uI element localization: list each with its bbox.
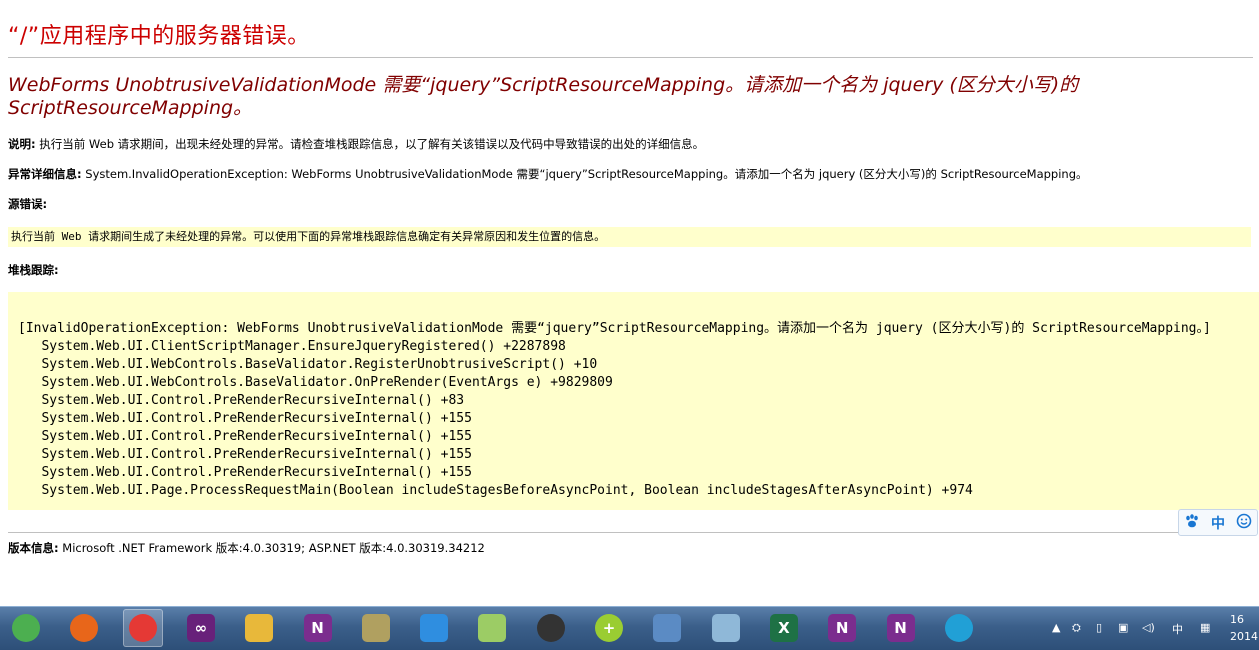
taskbar-button-remote-desktop[interactable] [647, 609, 687, 647]
ime-mode-label[interactable]: 中 [1211, 513, 1225, 533]
exception-row: 异常详细信息: System.InvalidOperationException… [8, 166, 1088, 182]
source-error-label: 源错误: [8, 197, 48, 211]
tray-volume-icon[interactable]: ◁) [1142, 621, 1155, 634]
clock-time: 16 [1230, 613, 1244, 626]
file-explorer-icon [245, 614, 274, 642]
taskbar-button-file-explorer[interactable] [239, 609, 279, 647]
notepad-icon [711, 614, 740, 642]
taskbar-button-photo-pinwheel[interactable] [122, 609, 163, 647]
description-label: 说明: [8, 137, 36, 151]
stack-trace-box: [InvalidOperationException: WebForms Uno… [8, 292, 1259, 510]
onenote-icon: N [303, 614, 332, 642]
version-row: 版本信息: Microsoft .NET Framework 版本:4.0.30… [8, 540, 485, 556]
taskbar-button-onenote2[interactable]: N [822, 609, 862, 647]
media-player-icon [944, 614, 973, 642]
paw-icon[interactable] [1184, 513, 1200, 533]
taskbar-button-notepad[interactable] [706, 609, 746, 647]
taskbar-button-start-orb[interactable] [6, 609, 46, 647]
taskbar-button-pen-note[interactable] [414, 609, 454, 647]
source-error-box: 执行当前 Web 请求期间生成了未经处理的异常。可以使用下面的异常堆栈跟踪信息确… [8, 227, 1251, 247]
stack-trace-label: 堆栈跟踪: [8, 263, 59, 277]
photo-pinwheel-icon [128, 614, 157, 642]
start-orb-icon [12, 614, 40, 642]
plus-app-icon: + [595, 614, 623, 642]
onenote2-icon: N [828, 614, 857, 642]
tray-arrow-icon[interactable]: ▲ [1052, 621, 1060, 634]
exception-text: System.InvalidOperationException: WebFor… [85, 167, 1088, 181]
taskbar-button-clock[interactable] [531, 609, 571, 647]
tray-network-icon[interactable]: ⛭ [1072, 621, 1081, 635]
title-divider [8, 57, 1253, 58]
version-divider [8, 532, 1253, 533]
pen-note-icon [420, 614, 449, 642]
taskbar-button-firefox[interactable] [64, 609, 104, 647]
exception-label: 异常详细信息: [8, 167, 82, 181]
excel-icon: X [769, 614, 798, 642]
stack-trace-text: [InvalidOperationException: WebForms Uno… [18, 321, 1211, 498]
taskbar-button-media-player[interactable] [939, 609, 979, 647]
visual-studio-icon: ∞ [186, 614, 215, 642]
taskbar-button-plus-app[interactable]: + [589, 609, 629, 647]
description-row: 说明: 执行当前 Web 请求期间，出现未经处理的异常。请检查堆栈跟踪信息，以了… [8, 136, 704, 152]
page-title: “/”应用程序中的服务器错误。 [8, 24, 310, 49]
sticky-notes-icon [478, 614, 507, 642]
taskbar-button-visual-studio[interactable]: ∞ [181, 609, 221, 647]
tray-battery-icon[interactable]: ▯ [1096, 621, 1102, 634]
taskbar-button-onenote[interactable]: N [298, 609, 338, 647]
tools-icon [361, 614, 390, 642]
firefox-icon [70, 614, 99, 642]
source-error-text: 执行当前 Web 请求期间生成了未经处理的异常。可以使用下面的异常堆栈跟踪信息确… [11, 230, 606, 243]
taskbar-button-onenote-clipper[interactable]: N [881, 609, 921, 647]
onenote-clipper-icon: N [886, 614, 915, 642]
smile-icon[interactable] [1236, 513, 1252, 533]
taskbar: ▲ ⛭ ▯ ▣ ◁) 中 ▦ 16 2014 ∞ N + X N N [0, 606, 1259, 650]
error-message: WebForms UnobtrusiveValidationMode 需要“jq… [8, 74, 1079, 119]
error-page: “/”应用程序中的服务器错误。 WebForms UnobtrusiveVali… [0, 0, 1259, 606]
tray-device-icon[interactable]: ▣ [1118, 621, 1128, 634]
description-text: 执行当前 Web 请求期间，出现未经处理的异常。请检查堆栈跟踪信息，以了解有关该… [39, 137, 705, 151]
clock-date: 2014 [1230, 630, 1258, 643]
version-label: 版本信息: [8, 541, 59, 555]
tray-flag-icon[interactable]: ▦ [1200, 621, 1210, 634]
taskbar-button-tools[interactable] [356, 609, 396, 647]
ime-toolbar[interactable]: 中 [1178, 509, 1258, 536]
version-text: Microsoft .NET Framework 版本:4.0.30319; A… [62, 541, 485, 555]
taskbar-button-sticky-notes[interactable] [472, 609, 512, 647]
source-error-row: 源错误: [8, 196, 47, 212]
clock-icon [536, 614, 565, 642]
system-tray: ▲ ⛭ ▯ ▣ ◁) 中 ▦ [1048, 607, 1259, 650]
tray-ime-indicator[interactable]: 中 [1172, 621, 1183, 637]
remote-desktop-icon [653, 614, 682, 642]
taskbar-button-excel[interactable]: X [764, 609, 804, 647]
stack-trace-row: 堆栈跟踪: [8, 262, 59, 278]
taskbar-clock[interactable]: 16 2014 [1230, 611, 1258, 645]
